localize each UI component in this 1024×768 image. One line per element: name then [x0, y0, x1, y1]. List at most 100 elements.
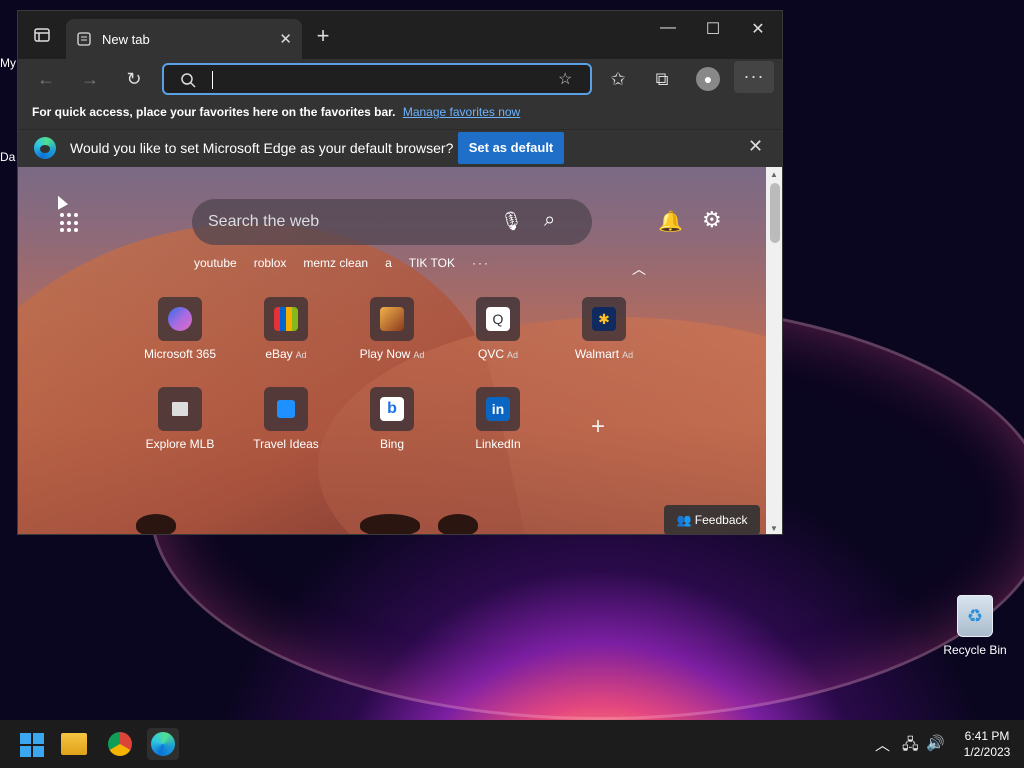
quick-link[interactable]: memz clean — [303, 256, 368, 270]
search-icon[interactable]: ⌕ — [544, 209, 555, 232]
tile-label: Bing — [379, 437, 405, 451]
ad-badge: Ad — [507, 350, 519, 360]
travel-ideas-icon — [277, 400, 295, 418]
ebay-icon — [274, 307, 298, 331]
apps-launcher-icon[interactable] — [60, 213, 80, 233]
tile-label: LinkedIn — [475, 437, 521, 451]
ad-badge: Ad — [413, 350, 425, 360]
favorites-bar-text: For quick access, place your favorites h… — [32, 105, 396, 119]
desktop-label-my[interactable]: My — [0, 56, 18, 70]
minimize-icon[interactable]: — — [648, 19, 688, 37]
site-tile[interactable]: eBay Ad — [236, 297, 336, 361]
text-caret — [212, 71, 213, 89]
dismiss-default-prompt-icon[interactable]: ✕ — [748, 136, 763, 157]
scroll-up-icon[interactable]: ▲ — [770, 170, 778, 179]
default-browser-prompt: Would you like to set Microsoft Edge as … — [70, 140, 454, 156]
site-tile[interactable]: b Bing — [342, 387, 442, 451]
tab-close-icon[interactable]: ✕ — [279, 30, 292, 48]
manage-favorites-link[interactable]: Manage favorites now — [403, 105, 520, 119]
desktop-label-da[interactable]: Da — [0, 150, 18, 164]
feedback-icon: 👥 — [676, 513, 692, 527]
scroll-thumb[interactable] — [770, 183, 780, 243]
site-tile[interactable]: ✱ Walmart Ad — [554, 297, 654, 361]
recycle-bin[interactable]: ♻ Recycle Bin — [940, 595, 1010, 657]
site-tile[interactable]: Q QVC Ad — [448, 297, 548, 361]
collapse-chevron-icon[interactable]: ︿ — [632, 259, 646, 279]
site-tile[interactable]: Travel Ideas — [236, 387, 336, 451]
quick-link[interactable]: roblox — [254, 256, 287, 270]
web-search-box[interactable]: Search the web 🎙 ⌕ — [192, 199, 592, 245]
show-hidden-icons-icon[interactable]: ︿ — [875, 734, 890, 755]
favorites-icon[interactable]: ✩ — [606, 67, 630, 91]
tab-new-tab[interactable]: New tab ✕ — [66, 19, 302, 59]
default-browser-bar: Would you like to set Microsoft Edge as … — [18, 129, 782, 167]
new-tab-page-icon — [77, 32, 91, 46]
address-bar[interactable]: ☆ — [162, 63, 592, 95]
qvc-icon: Q — [486, 307, 510, 331]
tab-title: New tab — [102, 31, 150, 47]
bing-icon: b — [380, 397, 404, 421]
chrome-icon[interactable] — [108, 732, 132, 756]
microsoft-365-icon — [168, 307, 192, 331]
favorites-bar: For quick access, place your favorites h… — [18, 99, 782, 129]
maximize-icon[interactable]: ☐ — [693, 19, 733, 39]
search-placeholder: Search the web — [208, 213, 320, 230]
refresh-icon[interactable]: ↻ — [122, 67, 146, 91]
tab-strip: New tab ✕ + — ☐ ✕ — [18, 11, 782, 59]
taskbar: ︿ 🖧 🔊 6:41 PM 1/2/2023 — [0, 720, 1024, 768]
background-tree — [360, 514, 420, 534]
ad-badge: Ad — [295, 350, 307, 360]
settings-more-button[interactable]: ··· — [734, 61, 774, 93]
back-icon[interactable]: ← — [34, 67, 58, 91]
page-settings-gear-icon[interactable]: ⚙ — [702, 207, 722, 233]
notifications-bell-icon[interactable]: 🔔 — [658, 209, 683, 234]
new-tab-page: Search the web 🎙 ⌕ 🔔 ⚙ youtube roblox me… — [18, 167, 766, 534]
close-icon[interactable]: ✕ — [738, 19, 778, 39]
ad-badge: Ad — [622, 350, 634, 360]
more-quick-links-icon[interactable]: ··· — [472, 256, 490, 270]
collections-icon[interactable]: ⧉ — [650, 67, 674, 91]
quick-link[interactable]: TIK TOK — [409, 256, 455, 270]
file-explorer-icon[interactable] — [61, 733, 87, 755]
background-tree — [438, 514, 478, 534]
volume-icon[interactable]: 🔊 — [926, 734, 945, 752]
edge-icon — [151, 732, 175, 756]
edge-window: New tab ✕ + — ☐ ✕ ← → ↻ ☆ ✩ ⧉ ● ··· For … — [17, 10, 783, 535]
set-as-default-button[interactable]: Set as default — [458, 132, 564, 164]
quick-link[interactable]: youtube — [194, 256, 237, 270]
desktop-icon-labels[interactable]: My Da — [0, 56, 18, 164]
forward-icon[interactable]: → — [78, 67, 102, 91]
edge-logo-icon — [34, 137, 56, 159]
clock[interactable]: 6:41 PM 1/2/2023 — [956, 728, 1018, 760]
broken-image-icon — [172, 402, 188, 416]
search-icon — [181, 73, 196, 88]
quick-link[interactable]: a — [385, 256, 392, 270]
tile-label: Play Now — [359, 347, 411, 361]
profile-avatar[interactable]: ● — [696, 67, 720, 91]
recycle-bin-label: Recycle Bin — [943, 643, 1007, 657]
tab-actions-icon — [34, 28, 50, 42]
background-tree — [136, 514, 176, 534]
scroll-down-icon[interactable]: ▼ — [770, 524, 778, 533]
recycle-bin-icon[interactable]: ♻ — [957, 595, 993, 637]
site-tile[interactable]: in LinkedIn — [448, 387, 548, 451]
walmart-icon: ✱ — [592, 307, 616, 331]
clock-time: 6:41 PM — [964, 729, 1010, 743]
add-site-icon[interactable]: + — [591, 413, 605, 441]
play-now-icon — [380, 307, 404, 331]
tile-label: QVC — [477, 347, 504, 361]
site-tile[interactable]: Microsoft 365 — [130, 297, 230, 361]
network-icon[interactable]: 🖧 — [902, 734, 919, 759]
microphone-icon[interactable]: 🎙 — [500, 211, 523, 232]
site-tile[interactable]: Play Now Ad — [342, 297, 442, 361]
site-tile[interactable]: Explore MLB — [130, 387, 230, 451]
edge-taskbar-button[interactable] — [147, 728, 179, 760]
new-tab-button[interactable]: + — [312, 25, 334, 47]
clock-date: 1/2/2023 — [963, 745, 1011, 759]
tab-actions-button[interactable] — [18, 11, 66, 59]
add-favorite-icon[interactable]: ☆ — [558, 69, 572, 89]
scrollbar[interactable]: ▲ ▼ — [766, 167, 782, 534]
windows-start-icon[interactable] — [20, 733, 44, 757]
tile-label: Explore MLB — [145, 437, 215, 451]
feedback-button[interactable]: 👥 Feedback — [664, 505, 760, 534]
